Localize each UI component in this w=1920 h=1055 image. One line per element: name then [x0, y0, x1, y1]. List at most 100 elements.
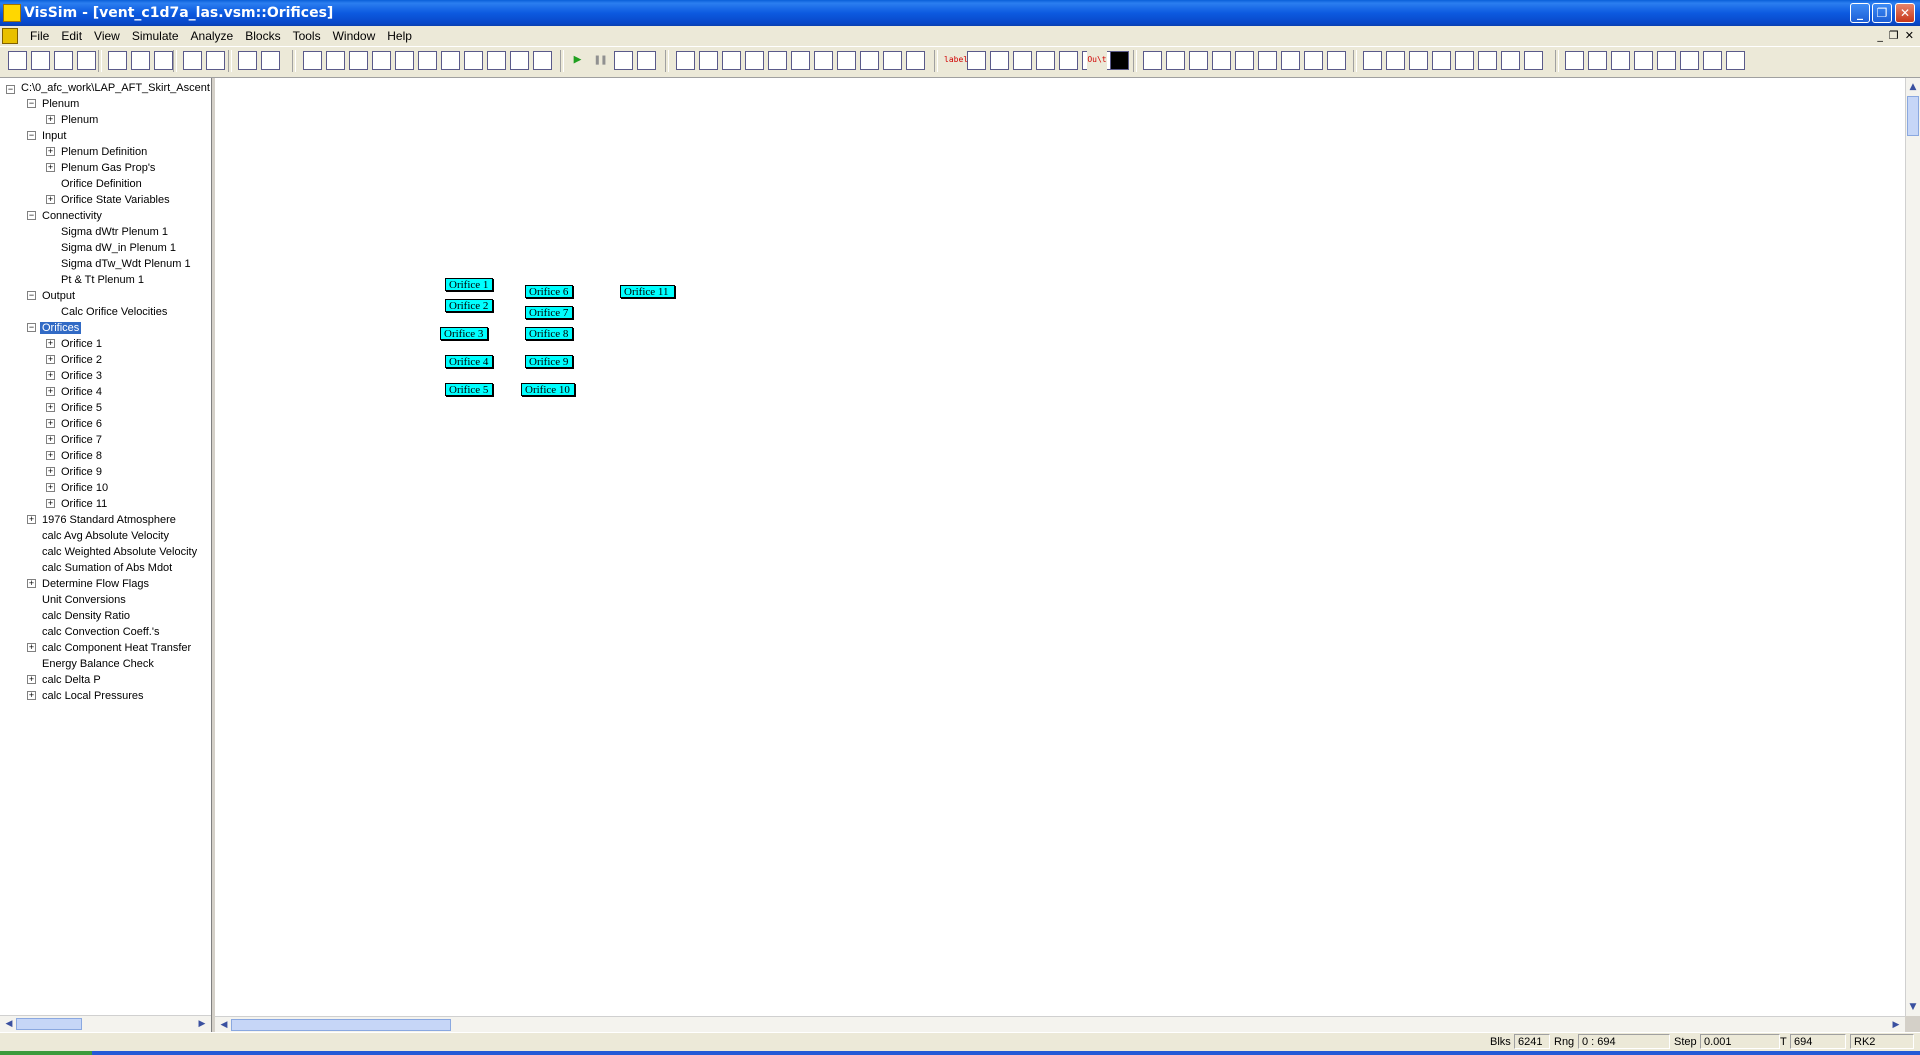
- toolbar-tool-17-icon[interactable]: [814, 51, 833, 70]
- tree-node[interactable]: + Orifice 6: [46, 416, 104, 432]
- orifice-block[interactable]: Orifice 5: [445, 383, 493, 396]
- toolbar-tool-26-icon[interactable]: [1036, 51, 1055, 70]
- horizontal-scroll-thumb[interactable]: [231, 1019, 451, 1031]
- menu-window[interactable]: Window: [327, 29, 382, 43]
- toolbar-tool-15-icon[interactable]: [768, 51, 787, 70]
- expand-icon[interactable]: +: [46, 339, 55, 348]
- save-icon[interactable]: [54, 51, 73, 70]
- tree-node[interactable]: + Orifice 4: [46, 384, 104, 400]
- menu-simulate[interactable]: Simulate: [126, 29, 185, 43]
- toolbar-tool-44-icon[interactable]: [1478, 51, 1497, 70]
- collapse-icon[interactable]: −: [27, 99, 36, 108]
- expand-icon[interactable]: +: [46, 147, 55, 156]
- orifice-block[interactable]: Orifice 8: [525, 327, 573, 340]
- toolbar-tool-35-icon[interactable]: [1258, 51, 1277, 70]
- expand-icon[interactable]: +: [46, 355, 55, 364]
- toolbar-tool-49-icon[interactable]: [1611, 51, 1630, 70]
- orifice-block[interactable]: Orifice 4: [445, 355, 493, 368]
- run-icon[interactable]: ▶: [568, 51, 587, 70]
- toolbar-tool-8-icon[interactable]: [487, 51, 506, 70]
- toolbar-tool-41-icon[interactable]: [1409, 51, 1428, 70]
- toolbar-tool-45-icon[interactable]: [1501, 51, 1520, 70]
- menu-file[interactable]: File: [24, 29, 55, 43]
- toolbar-tool-4-icon[interactable]: [395, 51, 414, 70]
- tree-node[interactable]: − Connectivity: [27, 208, 104, 224]
- minimize-button[interactable]: _: [1850, 3, 1870, 23]
- toolbar-tool-9-icon[interactable]: [510, 51, 529, 70]
- toolbar-tool-34-icon[interactable]: [1235, 51, 1254, 70]
- toolbar-tool-16-icon[interactable]: [791, 51, 810, 70]
- tree-node[interactable]: + Orifice 2: [46, 352, 104, 368]
- toolbar-tool-1-icon[interactable]: [326, 51, 345, 70]
- app-icon[interactable]: [3, 4, 21, 22]
- tree-root[interactable]: − C:\0_afc_work\LAP_AFT_Skirt_Ascent: [6, 80, 211, 96]
- print-icon[interactable]: [77, 51, 96, 70]
- toolbar-tool-36-icon[interactable]: [1281, 51, 1300, 70]
- expand-icon[interactable]: +: [27, 675, 36, 684]
- color-block-icon[interactable]: [1110, 51, 1129, 70]
- move-down-icon[interactable]: [261, 51, 280, 70]
- toolbar-tool-18-icon[interactable]: [837, 51, 856, 70]
- toolbar-tool-23-icon[interactable]: [967, 51, 986, 70]
- toolbar-tool-19-icon[interactable]: [860, 51, 879, 70]
- tree-node[interactable]: calc Convection Coeff.'s: [40, 624, 161, 640]
- scroll-right-icon[interactable]: ▶: [195, 1017, 209, 1031]
- expand-icon[interactable]: +: [46, 435, 55, 444]
- vertical-scroll-thumb[interactable]: [1907, 96, 1919, 136]
- orifice-block[interactable]: Orifice 11: [620, 285, 675, 298]
- toolbar-tool-25-icon[interactable]: [1013, 51, 1032, 70]
- toolbar-tool-43-icon[interactable]: [1455, 51, 1474, 70]
- move-up-icon[interactable]: [238, 51, 257, 70]
- tree-horizontal-scrollbar[interactable]: ◀ ▶: [0, 1015, 211, 1032]
- tree-node[interactable]: Orifice Definition: [59, 176, 144, 192]
- tree-node[interactable]: − Plenum: [27, 96, 81, 112]
- orifice-block[interactable]: Orifice 2: [445, 299, 493, 312]
- tree-node[interactable]: calc Sumation of Abs Mdot: [40, 560, 174, 576]
- open-file-icon[interactable]: [31, 51, 50, 70]
- expand-icon[interactable]: +: [46, 483, 55, 492]
- paste-icon[interactable]: [154, 51, 173, 70]
- tree-node[interactable]: + calc Local Pressures: [27, 688, 146, 704]
- toolbar-tool-7-icon[interactable]: [464, 51, 483, 70]
- reset-icon[interactable]: [637, 51, 656, 70]
- mdi-close-button[interactable]: ✕: [1905, 29, 1914, 42]
- diagram-canvas[interactable]: Orifice 1 Orifice 2 Orifice 3 Orifice 4 Orif…: [215, 78, 1905, 1016]
- label-block-button[interactable]: label: [944, 51, 968, 70]
- tree-node[interactable]: calc Weighted Absolute Velocity: [40, 544, 199, 560]
- orifice-block[interactable]: Orifice 9: [525, 355, 573, 368]
- tree-node[interactable]: + Orifice 1: [46, 336, 104, 352]
- step-icon[interactable]: [614, 51, 633, 70]
- tree-scroll-thumb[interactable]: [16, 1018, 82, 1030]
- tree-node[interactable]: Energy Balance Check: [40, 656, 156, 672]
- toolbar-tool-27-icon[interactable]: [1059, 51, 1078, 70]
- horizontal-scrollbar[interactable]: ◀ ▶: [215, 1016, 1905, 1033]
- tree-node[interactable]: + calc Component Heat Transfer: [27, 640, 193, 656]
- expand-icon[interactable]: +: [46, 403, 55, 412]
- tree-node[interactable]: + Plenum Gas Prop's: [46, 160, 157, 176]
- orifice-block[interactable]: Orifice 3: [440, 327, 488, 340]
- mdi-restore-button[interactable]: ❐: [1889, 29, 1899, 42]
- tree-node[interactable]: Pt & Tt Plenum 1: [59, 272, 146, 288]
- tree-node[interactable]: + Plenum Definition: [46, 144, 149, 160]
- expand-icon[interactable]: +: [46, 195, 55, 204]
- collapse-icon[interactable]: −: [27, 211, 36, 220]
- toolbar-tool-42-icon[interactable]: [1432, 51, 1451, 70]
- toolbar-tool-6-icon[interactable]: [441, 51, 460, 70]
- tree-node[interactable]: Calc Orifice Velocities: [59, 304, 169, 320]
- toolbar-tool-33-icon[interactable]: [1212, 51, 1231, 70]
- orifice-block[interactable]: Orifice 7: [525, 306, 573, 319]
- collapse-icon[interactable]: −: [27, 291, 36, 300]
- mdi-minimize-button[interactable]: _: [1877, 29, 1883, 42]
- tree-node[interactable]: + Orifice State Variables: [46, 192, 172, 208]
- start-button[interactable]: [0, 1051, 92, 1055]
- restore-button[interactable]: ❐: [1872, 3, 1892, 23]
- out-block-button[interactable]: Ou\t: [1087, 51, 1107, 70]
- expand-icon[interactable]: +: [46, 419, 55, 428]
- toolbar-tool-12-icon[interactable]: [699, 51, 718, 70]
- menu-blocks[interactable]: Blocks: [239, 29, 286, 43]
- tree-node[interactable]: + Orifice 5: [46, 400, 104, 416]
- tree-node[interactable]: + Orifice 3: [46, 368, 104, 384]
- toolbar-tool-39-icon[interactable]: [1363, 51, 1382, 70]
- cut-icon[interactable]: [108, 51, 127, 70]
- menu-help[interactable]: Help: [381, 29, 418, 43]
